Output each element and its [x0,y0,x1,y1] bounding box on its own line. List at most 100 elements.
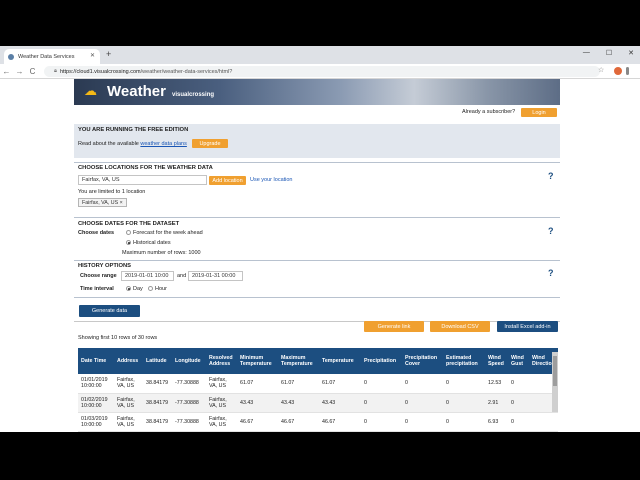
subscriber-text: Already a subscriber? [462,109,516,115]
menu-icon[interactable] [626,67,629,75]
table-cell: 38.84179 [143,412,172,432]
download-csv-button[interactable]: Download CSV [430,321,490,332]
plans-link[interactable]: weather data plans [140,141,186,147]
hour-radio[interactable] [148,286,153,291]
forecast-radio[interactable] [126,230,131,235]
column-header[interactable]: Precipitation Cover [402,348,443,374]
weather-data-table: Date Time Address Latitude Longitude Resolve… [78,348,558,432]
table-cell: 0 [443,412,485,432]
free-edition-heading: YOU ARE RUNNING THE FREE EDITION [78,127,189,133]
add-location-button[interactable]: Add location [209,176,246,185]
favicon-icon [8,53,14,60]
table-cell: 0 [443,374,485,394]
day-label: Day [133,286,143,292]
historical-label: Historical dates [133,240,171,246]
table-cell: 0 [508,374,529,394]
column-header[interactable]: Wind Speed [485,348,508,374]
install-excel-button[interactable]: Install Excel add-in [497,321,558,332]
free-edition-panel: YOU ARE RUNNING THE FREE EDITION Read ab… [74,124,560,158]
day-radio[interactable] [126,286,131,291]
url-field[interactable]: 🔒︎ https://cloud1.visualcrossing.com/wea… [44,66,600,77]
bookmark-star-icon[interactable]: ☆ [598,66,604,74]
historical-radio[interactable] [126,240,131,245]
column-header[interactable]: Date Time [78,348,114,374]
column-header[interactable]: Wind Gust [508,348,529,374]
table-cell: 01/03/2019 10:00:00 [78,412,114,432]
use-your-location-link[interactable]: Use your location [250,177,293,183]
reload-icon[interactable]: C [26,67,39,76]
close-tab-icon[interactable]: ✕ [90,52,95,59]
location-chip[interactable]: Fairfax, VA, US × [78,198,127,207]
range-end-input[interactable]: 2019-01-31 00:00 [188,271,243,281]
browser-window: Weather Data Services ✕ + — ☐ ✕ ← → C 🔒︎… [0,46,640,432]
column-header[interactable]: Longitude [172,348,206,374]
table-cell: 38.84179 [143,374,172,394]
table-cell: 0 [402,412,443,432]
plans-prefix: Read about the available [78,141,139,147]
history-heading: HISTORY OPTIONS [78,263,132,269]
table-row: 01/02/2019 10:00:00 Fairfax, VA, US 38.841… [78,393,558,413]
divider [74,297,560,298]
login-button[interactable]: Login [521,108,557,117]
max-rows-text: Maximum number of rows: 1000 [122,250,201,256]
url-path: /weather/weather-data-services/html? [140,68,233,75]
location-limit-text: You are limited to 1 location [78,189,146,195]
address-bar-row: ← → C 🔒︎ https://cloud1.visualcrossing.c… [0,64,640,79]
table-cell: Fairfax, VA, US [206,374,237,394]
table-cell: -77.30888 [172,393,206,413]
table-cell: 6.93 [485,412,508,432]
range-and-label: and [177,273,187,279]
table-cell: 43.43 [237,393,278,413]
table-cell: 0 [361,374,402,394]
table-cell [529,412,558,432]
column-header[interactable]: Minimum Temperature [237,348,278,374]
extension-icon[interactable] [614,67,622,75]
back-icon[interactable]: ← [0,67,13,76]
column-header[interactable]: Resolved Address [206,348,237,374]
column-header[interactable]: Latitude [143,348,172,374]
close-window-icon[interactable]: ✕ [628,49,634,57]
table-cell: 61.07 [319,374,361,394]
table-cell: Fairfax, VA, US [114,374,143,394]
forward-icon[interactable]: → [13,67,26,76]
table-cell: 46.67 [278,412,319,432]
minimize-icon[interactable]: — [583,49,590,57]
table-cell: 12.53 [485,374,508,394]
choose-dates-label: Choose dates [78,230,115,236]
table-cell: 2.91 [485,393,508,413]
hour-label: Hour [155,286,167,292]
table-cell: 01/02/2019 10:00:00 [78,393,114,413]
table-cell: 61.07 [237,374,278,394]
locations-help-icon[interactable]: ? [548,171,554,181]
location-input[interactable]: Fairfax, VA, US [78,175,207,185]
table-cell: 0 [402,393,443,413]
range-start-input[interactable]: 2019-01-01 10:00 [121,271,174,281]
time-interval-label: Time interval [80,286,114,292]
column-header[interactable]: Address [114,348,143,374]
generate-data-button[interactable]: Generate data [79,305,140,317]
column-header[interactable]: Temperature [319,348,361,374]
choose-range-label: Choose range [80,273,117,279]
scrollbar-thumb[interactable] [553,356,557,386]
browser-tab[interactable]: Weather Data Services ✕ [4,49,100,64]
header-banner: ☁ Weather visualcrossing [74,79,560,105]
upgrade-button[interactable]: Upgrade [192,139,228,148]
divider [74,162,560,163]
table-scrollbar[interactable] [552,352,558,412]
table-cell: -77.30888 [172,374,206,394]
table-cell: 38.84179 [143,393,172,413]
table-cell: -77.30888 [172,412,206,432]
dates-help-icon[interactable]: ? [548,226,554,236]
column-header[interactable]: Estimated precipitation [443,348,485,374]
rows-summary: Showing first 10 rows of 30 rows [78,335,158,341]
maximize-icon[interactable]: ☐ [606,49,612,57]
table-cell: 0 [402,374,443,394]
new-tab-button[interactable]: + [106,49,111,59]
table-row: 01/01/2019 10:00:00 Fairfax, VA, US 38.841… [78,374,558,394]
history-help-icon[interactable]: ? [548,268,554,278]
column-header[interactable]: Maximum Temperature [278,348,319,374]
column-header[interactable]: Precipitation [361,348,402,374]
tab-bar: Weather Data Services ✕ + — ☐ ✕ [0,46,640,64]
divider [74,260,560,261]
generate-link-button[interactable]: Generate link [364,321,424,332]
